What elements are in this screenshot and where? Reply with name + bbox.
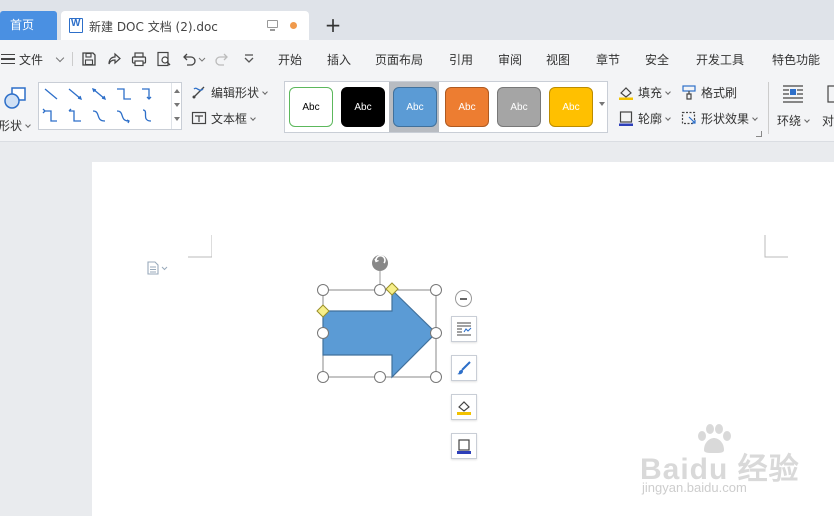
- chevron-down-icon: [55, 53, 65, 62]
- shapes-label: 形状: [0, 117, 31, 134]
- menu-item-references[interactable]: 引用: [449, 51, 473, 68]
- textbox-icon: [191, 110, 207, 126]
- baidu-watermark: Baidu 经验 jingyan.baidu.com: [640, 424, 800, 504]
- ribbon-separator: [768, 82, 769, 134]
- outline-icon: [457, 439, 471, 454]
- new-tab-button[interactable]: +: [324, 14, 342, 36]
- menu-item-start[interactable]: 开始: [278, 51, 302, 68]
- shape-style-button[interactable]: [451, 355, 477, 381]
- print-preview-icon[interactable]: [156, 51, 172, 67]
- shapes-button[interactable]: 形状: [0, 82, 32, 134]
- selected-arrow-shape[interactable]: [310, 248, 450, 390]
- menu-item-insert[interactable]: 插入: [327, 51, 351, 68]
- line-shapes-icons: [42, 87, 152, 124]
- style-orange[interactable]: Abc: [445, 87, 489, 127]
- document-tab-title: 新建 DOC 文档 (2).doc: [89, 20, 218, 34]
- format-painter-icon: [681, 84, 697, 100]
- hamburger-icon: [1, 54, 15, 64]
- customize-toolbar-icon[interactable]: [241, 51, 257, 67]
- undo-icon[interactable]: [181, 51, 197, 67]
- menu-item-developer[interactable]: 开发工具: [696, 51, 744, 68]
- unsaved-dot-icon: [290, 22, 297, 29]
- shape-style-gallery: Abc Abc Abc Abc Abc Abc: [284, 81, 608, 133]
- watermark-url: jingyan.baidu.com: [642, 480, 747, 495]
- word-document-icon: [69, 18, 83, 33]
- brush-icon: [457, 361, 471, 375]
- fill-bucket-icon: [457, 401, 471, 415]
- style-black[interactable]: Abc: [341, 87, 385, 127]
- collapse-toolbar-button[interactable]: [455, 290, 472, 307]
- outline-button[interactable]: 轮廓: [638, 110, 671, 127]
- menu-item-security[interactable]: 安全: [645, 51, 669, 68]
- menu-item-special[interactable]: 特色功能: [772, 51, 820, 68]
- shapes-icon: [4, 87, 26, 109]
- outline-icon: [618, 110, 634, 126]
- edit-shape-button[interactable]: 编辑形状: [211, 84, 268, 101]
- style-outline-green[interactable]: Abc: [289, 87, 333, 127]
- menu-separator: [72, 52, 73, 66]
- monitor-icon[interactable]: [267, 20, 278, 31]
- paragraph-layout-icon[interactable]: [146, 261, 168, 275]
- file-menu-button[interactable]: 文件: [0, 50, 65, 68]
- shape-effect-button[interactable]: 形状效果: [701, 110, 758, 127]
- ribbon: 形状 编辑形状 文本框 Abc Abc Abc Abc Abc Abc 填充 格…: [0, 76, 834, 142]
- export-pdf-icon[interactable]: [106, 51, 122, 67]
- save-icon[interactable]: [81, 51, 97, 67]
- tab-bar: 首页 新建 DOC 文档 (2).doc +: [0, 0, 834, 40]
- textbox-button[interactable]: 文本框: [211, 110, 256, 127]
- menu-item-chapter[interactable]: 章节: [596, 51, 620, 68]
- dialog-launcher-icon[interactable]: [756, 131, 762, 137]
- gallery-scrollbar[interactable]: [171, 83, 181, 129]
- tab-home[interactable]: 首页: [0, 11, 57, 40]
- shape-effect-icon: [681, 110, 697, 126]
- fill-bucket-icon: [618, 84, 634, 100]
- line-shapes-gallery[interactable]: [38, 82, 182, 130]
- shape-outline-button[interactable]: [451, 433, 477, 459]
- menu-item-view[interactable]: 视图: [546, 51, 570, 68]
- edit-shape-icon: [191, 84, 207, 100]
- style-blue[interactable]: Abc: [393, 87, 437, 127]
- redo-icon[interactable]: [214, 51, 230, 67]
- format-painter-button[interactable]: 格式刷: [701, 84, 737, 101]
- undo-dropdown-icon[interactable]: [198, 51, 206, 67]
- wrap-text-icon: [457, 322, 472, 336]
- style-gray[interactable]: Abc: [497, 87, 541, 127]
- menu-item-page-layout[interactable]: 页面布局: [375, 51, 423, 68]
- print-icon[interactable]: [131, 51, 147, 67]
- menu-item-review[interactable]: 审阅: [498, 51, 522, 68]
- tab-document[interactable]: 新建 DOC 文档 (2).doc: [61, 11, 309, 40]
- layout-options-button[interactable]: [451, 316, 477, 342]
- align-button[interactable]: 对: [822, 112, 834, 129]
- top-left-margin-mark: [188, 235, 212, 258]
- style-gallery-more[interactable]: [597, 82, 607, 132]
- shape-fill-button[interactable]: [451, 394, 477, 420]
- wrap-text-icon: [781, 82, 805, 106]
- fill-button[interactable]: 填充: [638, 84, 671, 101]
- align-icon: [826, 84, 834, 106]
- wrap-button[interactable]: 环绕: [777, 112, 810, 129]
- style-gold[interactable]: Abc: [549, 87, 593, 127]
- menu-bar: 文件 开始 插入 页面布局 引用 审阅 视图 章节 安全 开发工具 特色功能: [0, 40, 834, 76]
- top-right-margin-mark: [764, 235, 788, 258]
- file-menu-label: 文件: [19, 52, 44, 67]
